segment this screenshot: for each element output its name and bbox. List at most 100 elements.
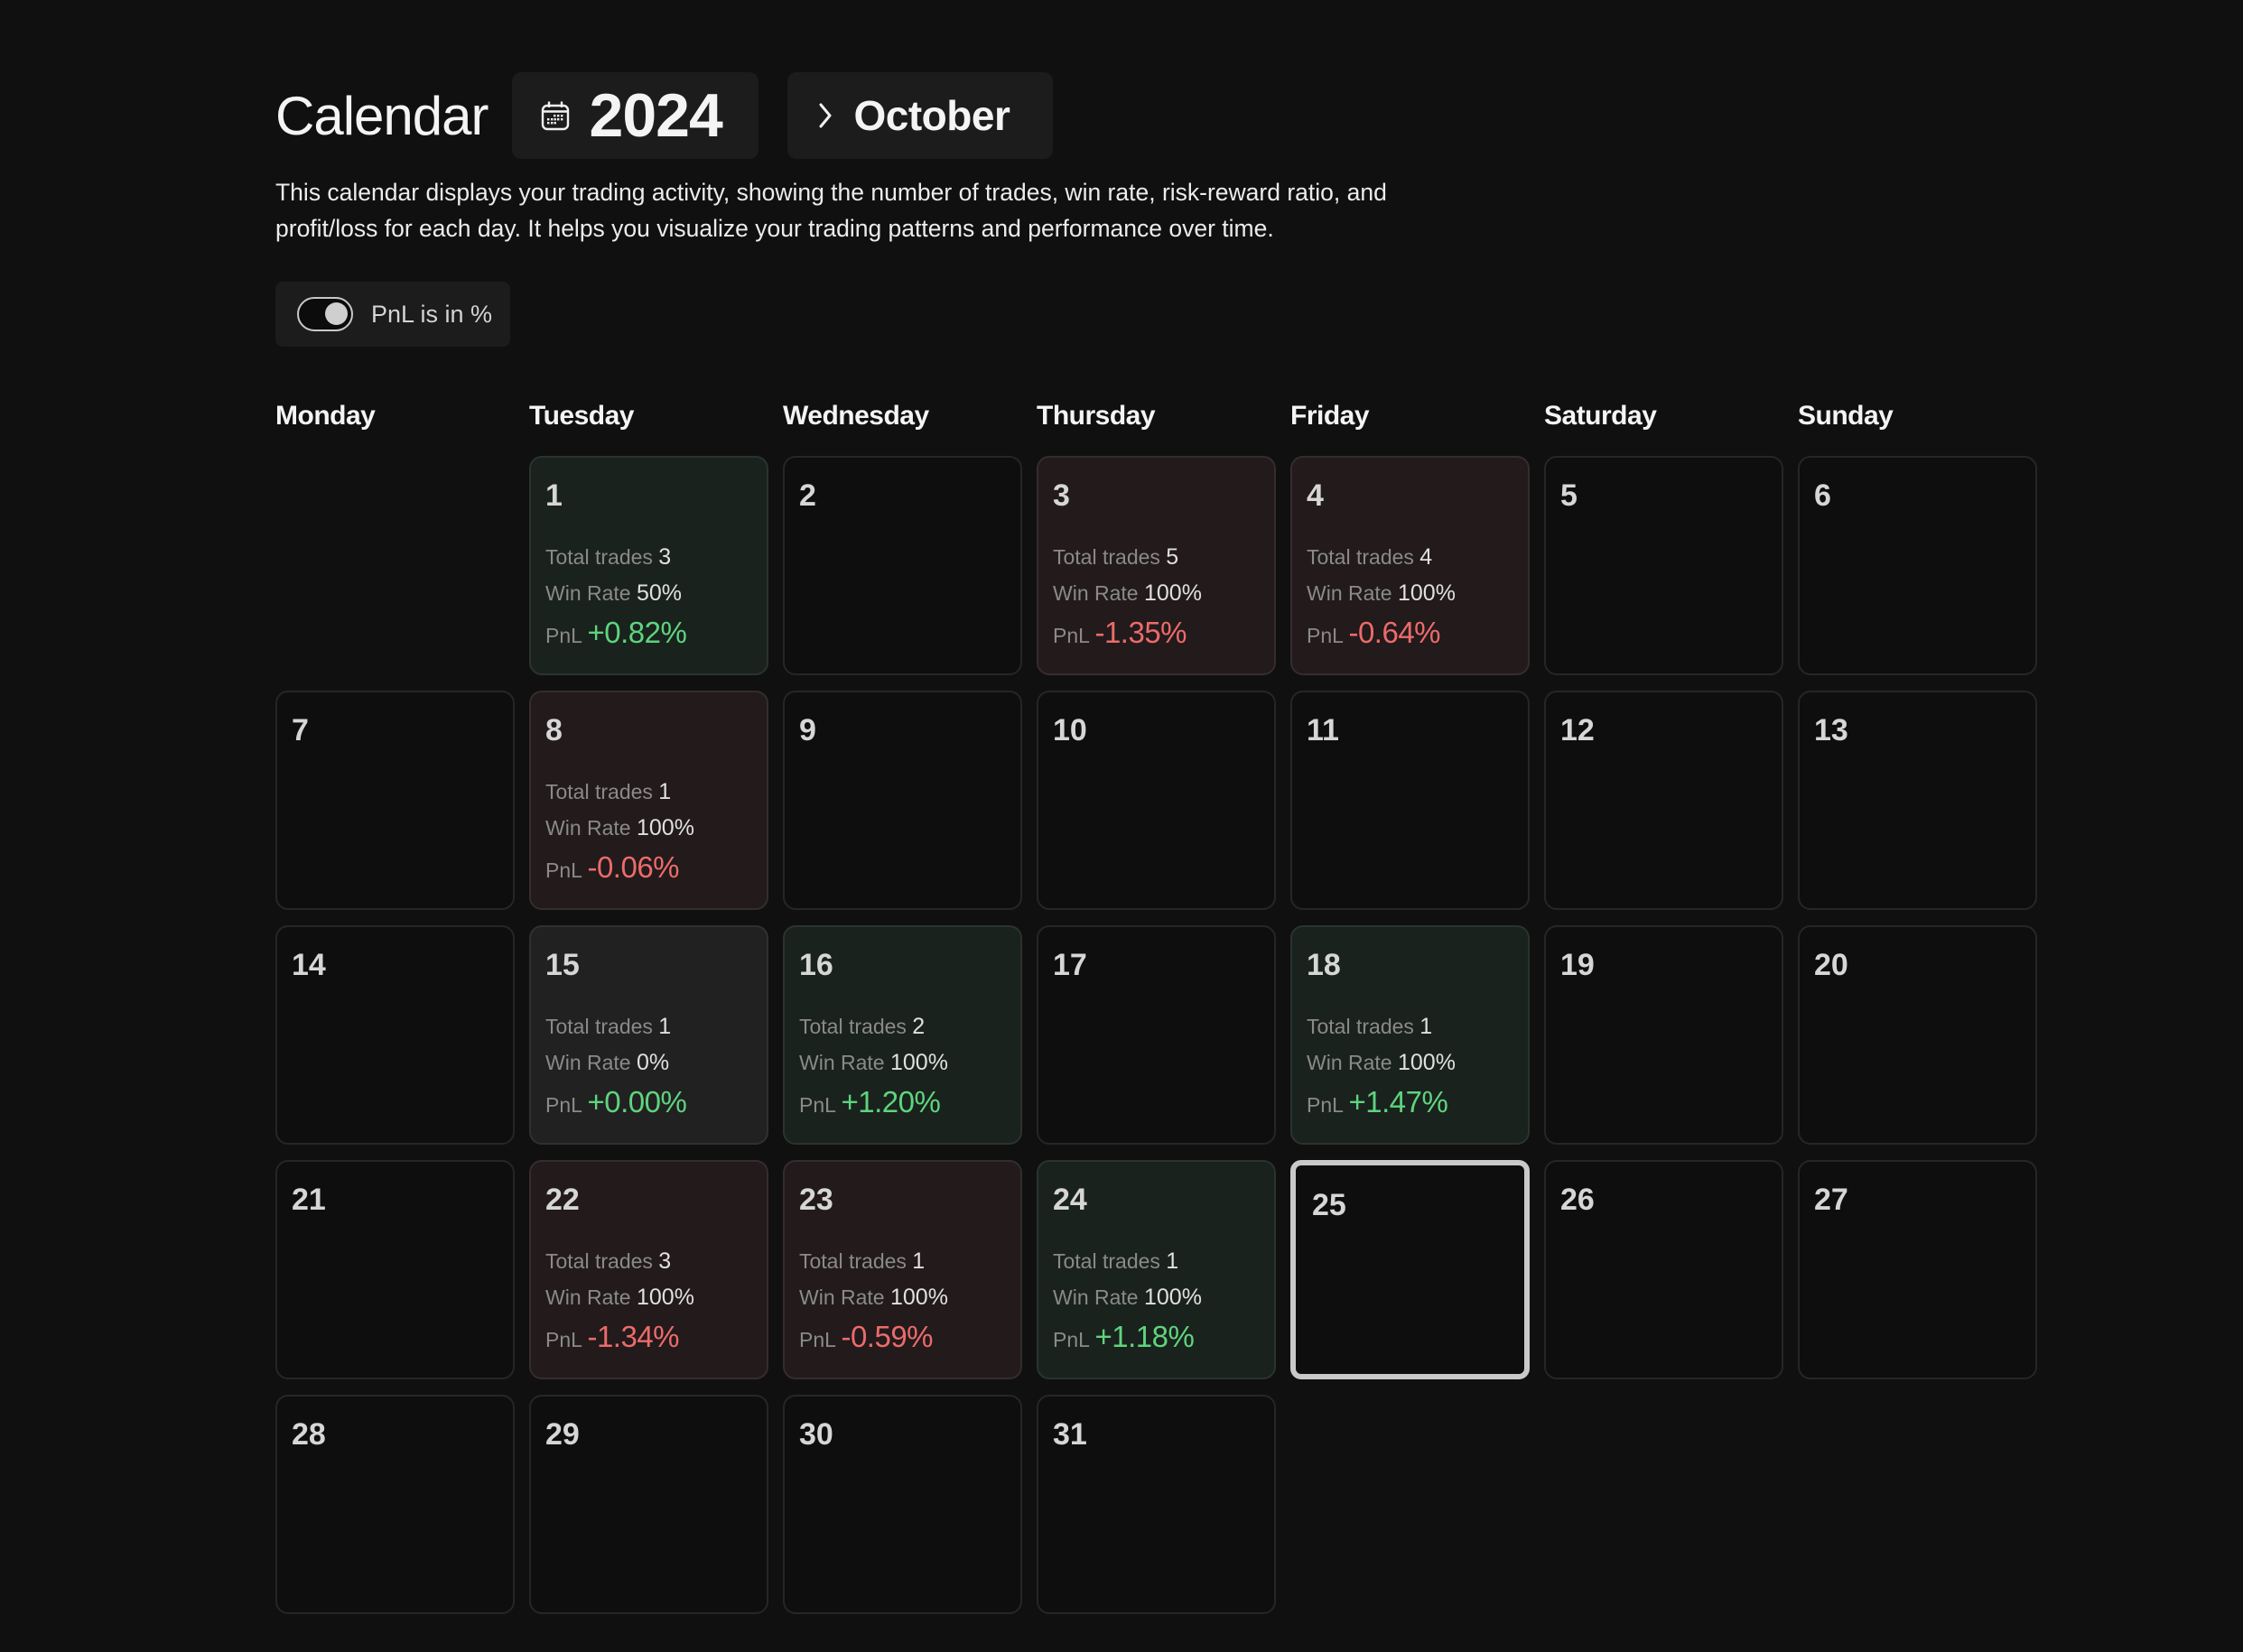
total-trades: Total trades 5 — [1053, 539, 1202, 575]
day-cell[interactable]: 29 — [529, 1395, 768, 1614]
win-rate-label: Win Rate — [799, 1285, 885, 1309]
day-number: 3 — [1053, 478, 1070, 513]
pnl-label: PnL — [1307, 1093, 1344, 1117]
win-rate: Win Rate 100% — [1053, 1279, 1202, 1315]
win-rate-value: 100% — [636, 815, 694, 840]
day-cell[interactable]: 13 — [1798, 691, 2037, 910]
pnl-label: PnL — [1053, 624, 1090, 647]
day-cell[interactable]: 28 — [275, 1395, 515, 1614]
day-cell[interactable]: 11 — [1290, 691, 1530, 910]
day-number: 1 — [545, 478, 563, 513]
total-trades: Total trades 4 — [1307, 539, 1456, 575]
day-cell[interactable]: 5 — [1544, 456, 1783, 675]
empty-cell — [275, 456, 515, 675]
win-rate-label: Win Rate — [1307, 1051, 1392, 1074]
day-number: 31 — [1053, 1417, 1087, 1452]
win-rate-value: 100% — [1397, 1050, 1456, 1075]
day-cell[interactable]: 8 Total trades 1 Win Rate 100% PnL -0.06% — [529, 691, 768, 910]
pnl: PnL -1.34% — [545, 1319, 694, 1355]
weekday-saturday: Saturday — [1544, 401, 1657, 431]
day-cell[interactable]: 10 — [1037, 691, 1276, 910]
day-number: 10 — [1053, 713, 1087, 747]
day-stats: Total trades 1 Win Rate 100% PnL -0.59% — [799, 1243, 948, 1355]
pnl-label: PnL — [545, 624, 582, 647]
day-cell[interactable]: 17 — [1037, 925, 1276, 1145]
day-cell[interactable]: 21 — [275, 1160, 515, 1379]
calendar-header: Calendar 2024 October — [275, 72, 1053, 159]
pnl: PnL +0.82% — [545, 615, 687, 651]
day-stats: Total trades 4 Win Rate 100% PnL -0.64% — [1307, 539, 1456, 651]
day-number: 17 — [1053, 948, 1087, 982]
day-cell[interactable]: 3 Total trades 5 Win Rate 100% PnL -1.35% — [1037, 456, 1276, 675]
day-number: 9 — [799, 713, 816, 747]
pnl: PnL +0.00% — [545, 1084, 687, 1120]
day-cell[interactable]: 19 — [1544, 925, 1783, 1145]
day-cell[interactable]: 7 — [275, 691, 515, 910]
day-stats: Total trades 1 Win Rate 100% PnL -0.06% — [545, 774, 694, 886]
day-cell[interactable]: 24 Total trades 1 Win Rate 100% PnL +1.18% — [1037, 1160, 1276, 1379]
day-cell[interactable]: 9 — [783, 691, 1022, 910]
total-trades: Total trades 3 — [545, 539, 686, 575]
total-trades-value: 3 — [658, 544, 672, 570]
total-trades-label: Total trades — [1053, 1249, 1160, 1273]
pnl: PnL +1.47% — [1307, 1084, 1456, 1120]
win-rate-value: 100% — [889, 1285, 948, 1310]
weekday-tuesday: Tuesday — [529, 401, 635, 431]
day-cell[interactable]: 27 — [1798, 1160, 2037, 1379]
pnl: PnL -0.64% — [1307, 615, 1456, 651]
day-cell[interactable]: 4 Total trades 4 Win Rate 100% PnL -0.64% — [1290, 456, 1530, 675]
day-number: 12 — [1560, 713, 1595, 747]
day-cell[interactable]: 16 Total trades 2 Win Rate 100% PnL +1.20% — [783, 925, 1022, 1145]
day-cell[interactable]: 18 Total trades 1 Win Rate 100% PnL +1.47% — [1290, 925, 1530, 1145]
total-trades-value: 1 — [1166, 1248, 1179, 1274]
day-stats: Total trades 5 Win Rate 100% PnL -1.35% — [1053, 539, 1202, 651]
pnl-label: PnL — [1307, 624, 1344, 647]
pnl-label: PnL — [545, 858, 582, 882]
win-rate: Win Rate 100% — [1307, 575, 1456, 611]
day-cell[interactable]: 1 Total trades 3 Win Rate 50% PnL +0.82% — [529, 456, 768, 675]
win-rate-label: Win Rate — [545, 816, 631, 840]
pnl-value: +1.18% — [1094, 1320, 1195, 1353]
pnl-value: -0.64% — [1348, 616, 1441, 649]
total-trades-label: Total trades — [799, 1249, 907, 1273]
pnl: PnL -0.06% — [545, 849, 694, 886]
day-number: 29 — [545, 1417, 580, 1452]
day-cell[interactable]: 14 — [275, 925, 515, 1145]
day-cell[interactable]: 6 — [1798, 456, 2037, 675]
pnl: PnL -1.35% — [1053, 615, 1202, 651]
year-selector-button[interactable]: 2024 — [511, 72, 759, 159]
day-stats: Total trades 1 Win Rate 100% PnL +1.18% — [1053, 1243, 1202, 1355]
total-trades: Total trades 1 — [545, 774, 694, 810]
day-cell[interactable]: 15 Total trades 1 Win Rate 0% PnL +0.00% — [529, 925, 768, 1145]
month-selector-button[interactable]: October — [786, 72, 1053, 159]
day-cell[interactable]: 12 — [1544, 691, 1783, 910]
day-cell[interactable]: 30 — [783, 1395, 1022, 1614]
day-stats: Total trades 3 Win Rate 50% PnL +0.82% — [545, 539, 687, 651]
weekday-thursday: Thursday — [1037, 401, 1156, 431]
day-cell[interactable]: 23 Total trades 1 Win Rate 100% PnL -0.59% — [783, 1160, 1022, 1379]
weekday-sunday: Sunday — [1798, 401, 1894, 431]
day-cell[interactable]: 31 — [1037, 1395, 1276, 1614]
pnl-percent-toggle-label[interactable]: PnL is in % — [371, 301, 492, 329]
pnl-value: +1.47% — [1348, 1085, 1448, 1118]
pnl-value: -1.34% — [587, 1320, 680, 1353]
total-trades-label: Total trades — [545, 780, 653, 803]
total-trades-value: 4 — [1419, 544, 1433, 570]
day-cell[interactable]: 2 — [783, 456, 1022, 675]
total-trades-value: 1 — [1419, 1014, 1433, 1039]
year-value: 2024 — [589, 81, 723, 150]
chevron-right-icon — [816, 101, 834, 130]
total-trades-label: Total trades — [545, 1015, 653, 1038]
pnl-percent-toggle[interactable] — [297, 297, 353, 331]
total-trades-label: Total trades — [1307, 545, 1414, 569]
pnl-percent-toggle-container: PnL is in % — [275, 282, 510, 347]
day-cell-today[interactable]: 25 — [1290, 1160, 1530, 1379]
day-cell[interactable]: 22 Total trades 3 Win Rate 100% PnL -1.34% — [529, 1160, 768, 1379]
win-rate-value: 0% — [636, 1050, 670, 1075]
day-cell[interactable]: 20 — [1798, 925, 2037, 1145]
day-stats: Total trades 3 Win Rate 100% PnL -1.34% — [545, 1243, 694, 1355]
win-rate-value: 50% — [636, 580, 683, 606]
win-rate: Win Rate 100% — [1053, 575, 1202, 611]
win-rate-value: 100% — [1143, 1285, 1202, 1310]
day-cell[interactable]: 26 — [1544, 1160, 1783, 1379]
